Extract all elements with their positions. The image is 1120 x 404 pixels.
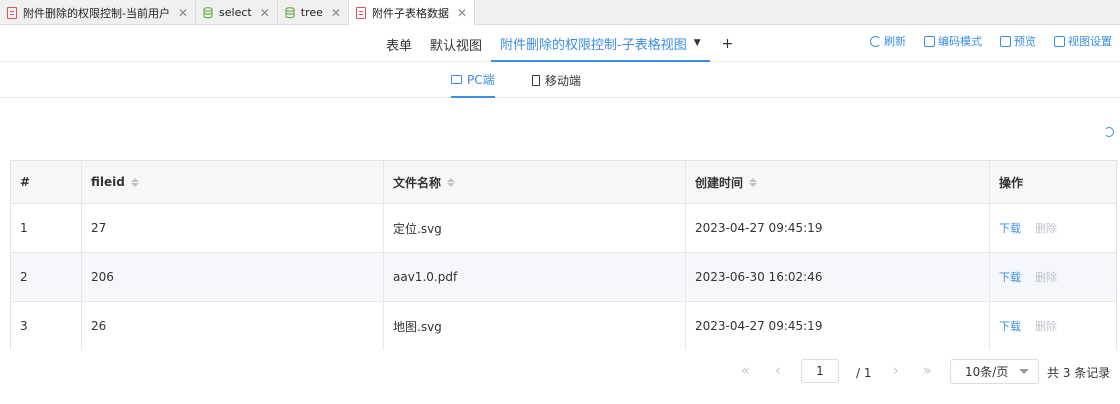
page-size-select[interactable]: 10条/页 bbox=[950, 359, 1039, 384]
sort-icon[interactable] bbox=[749, 177, 758, 187]
total-pages: / 1 bbox=[856, 366, 872, 380]
tab-label: 附件子表格数据 bbox=[371, 7, 449, 20]
device-tabs: PC端 移动端 bbox=[0, 62, 1120, 98]
header-created[interactable]: 创建时间 bbox=[686, 161, 990, 203]
view-settings-button[interactable]: 视图设置 bbox=[1054, 33, 1112, 49]
cell-fileid: 206 bbox=[82, 253, 384, 301]
code-mode-label: 编码模式 bbox=[938, 35, 982, 48]
view-tabs-spacer bbox=[277, 26, 377, 62]
cell-fileid: 26 bbox=[82, 302, 384, 350]
cell-index: 2 bbox=[11, 253, 82, 301]
code-mode-button[interactable]: 编码模式 bbox=[924, 33, 982, 49]
refresh-icon bbox=[870, 35, 881, 47]
header-label: 创建时间 bbox=[695, 175, 744, 190]
view-tabs: 表单 默认视图 附件删除的权限控制-子表格视图 ▼ + bbox=[277, 26, 745, 62]
attachment-table: # fileid 文件名称 创建时间 操作 1 27 定位.svg 2023-0… bbox=[10, 160, 1117, 350]
delete-link[interactable]: 删除 bbox=[1035, 269, 1057, 285]
caret-down-icon bbox=[1019, 369, 1029, 374]
tab-label: tree bbox=[300, 6, 323, 19]
close-icon[interactable]: ✕ bbox=[260, 6, 270, 20]
sort-icon[interactable] bbox=[130, 177, 139, 187]
caret-down-icon[interactable]: ▼ bbox=[694, 38, 701, 48]
table-row[interactable]: 2 206 aav1.0.pdf 2023-06-30 16:02:46 下载 … bbox=[11, 253, 1116, 302]
cell-created: 2023-04-27 09:45:19 bbox=[686, 204, 990, 252]
grid-settings-icon bbox=[1054, 35, 1065, 47]
add-view-button[interactable]: + bbox=[710, 26, 746, 62]
header-actions: 操作 bbox=[990, 161, 1116, 203]
device-tab-label: 移动端 bbox=[545, 73, 582, 88]
mobile-icon bbox=[532, 74, 540, 86]
view-tab-default[interactable]: 默认视图 bbox=[421, 26, 491, 62]
table-row[interactable]: 3 26 地图.svg 2023-04-27 09:45:19 下载 删除 bbox=[11, 302, 1116, 350]
header-index: # bbox=[11, 161, 82, 203]
cell-created: 2023-04-27 09:45:19 bbox=[686, 302, 990, 350]
view-tab-label: 附件删除的权限控制-子表格视图 bbox=[500, 37, 687, 53]
tab-permission-current-user[interactable]: 附件删除的权限控制-当前用户 ✕ bbox=[0, 0, 197, 25]
view-tab-label: 表单 bbox=[386, 38, 413, 54]
next-page-button[interactable]: › bbox=[893, 363, 899, 379]
pagination: « ‹ / 1 › » 10条/页 共 3 条记录 bbox=[0, 359, 1120, 385]
table-row[interactable]: 1 27 定位.svg 2023-04-27 09:45:19 下载 删除 bbox=[11, 204, 1116, 253]
cell-fileid: 27 bbox=[82, 204, 384, 252]
code-icon bbox=[924, 35, 935, 47]
page-number-input[interactable] bbox=[801, 359, 839, 383]
cell-index: 3 bbox=[11, 302, 82, 350]
page-size-value: 10条/页 bbox=[965, 365, 1009, 379]
view-toolbar: 表单 默认视图 附件删除的权限控制-子表格视图 ▼ + 刷新 编码模式 预览 视… bbox=[0, 26, 1120, 62]
tab-label: 附件删除的权限控制-当前用户 bbox=[23, 6, 170, 20]
monitor-icon bbox=[451, 74, 462, 84]
refresh-label: 刷新 bbox=[884, 35, 906, 48]
first-page-button[interactable]: « bbox=[741, 363, 750, 379]
header-label: 操作 bbox=[999, 175, 1024, 190]
view-actions: 刷新 编码模式 预览 视图设置 bbox=[870, 33, 1112, 49]
prev-page-button[interactable]: ‹ bbox=[775, 363, 781, 379]
device-tab-pc[interactable]: PC端 bbox=[451, 62, 495, 98]
header-label: 文件名称 bbox=[393, 175, 442, 190]
header-label: # bbox=[20, 175, 31, 189]
cell-actions: 下载 删除 bbox=[990, 204, 1116, 252]
close-icon[interactable]: ✕ bbox=[178, 6, 188, 20]
refresh-button[interactable]: 刷新 bbox=[870, 33, 906, 49]
cell-filename: 定位.svg bbox=[384, 204, 686, 252]
download-link[interactable]: 下载 bbox=[999, 318, 1021, 334]
view-tab-form[interactable]: 表单 bbox=[377, 26, 421, 62]
device-tab-label: PC端 bbox=[467, 72, 495, 87]
table-header: # fileid 文件名称 创建时间 操作 bbox=[11, 161, 1116, 204]
database-icon bbox=[285, 6, 295, 18]
view-tab-subtable[interactable]: 附件删除的权限控制-子表格视图 ▼ bbox=[491, 26, 710, 62]
download-link[interactable]: 下载 bbox=[999, 269, 1021, 285]
total-records: 共 3 条记录 bbox=[1047, 366, 1111, 380]
document-icon bbox=[355, 7, 366, 19]
tab-attachment-subtable-data[interactable]: 附件子表格数据 ✕ bbox=[348, 0, 476, 26]
database-icon bbox=[203, 6, 213, 18]
sort-icon[interactable] bbox=[447, 177, 456, 187]
view-settings-label: 视图设置 bbox=[1068, 35, 1112, 48]
document-tab-bar: 附件删除的权限控制-当前用户 ✕ select ✕ tree ✕ 附件子表格数据… bbox=[0, 0, 1120, 26]
refresh-table-icon[interactable] bbox=[1104, 127, 1114, 137]
cell-filename: 地图.svg bbox=[384, 302, 686, 350]
cell-index: 1 bbox=[11, 204, 82, 252]
cell-created: 2023-06-30 16:02:46 bbox=[686, 253, 990, 301]
header-filename[interactable]: 文件名称 bbox=[384, 161, 686, 203]
preview-icon bbox=[1000, 35, 1011, 47]
tab-tree[interactable]: tree ✕ bbox=[278, 0, 349, 25]
document-icon bbox=[7, 6, 17, 19]
view-tab-label: 默认视图 bbox=[430, 38, 483, 54]
last-page-button[interactable]: » bbox=[923, 363, 932, 379]
delete-link[interactable]: 删除 bbox=[1035, 220, 1057, 236]
cell-filename: aav1.0.pdf bbox=[384, 253, 686, 301]
preview-button[interactable]: 预览 bbox=[1000, 33, 1036, 49]
close-icon[interactable]: ✕ bbox=[331, 6, 341, 20]
delete-link[interactable]: 删除 bbox=[1035, 318, 1057, 334]
close-icon[interactable]: ✕ bbox=[457, 6, 467, 20]
header-label: fileid bbox=[91, 175, 125, 189]
cell-actions: 下载 删除 bbox=[990, 253, 1116, 301]
preview-label: 预览 bbox=[1014, 35, 1036, 48]
tab-select[interactable]: select ✕ bbox=[196, 0, 278, 25]
device-tab-mobile[interactable]: 移动端 bbox=[532, 62, 581, 98]
cell-actions: 下载 删除 bbox=[990, 302, 1116, 350]
header-fileid[interactable]: fileid bbox=[82, 161, 384, 203]
download-link[interactable]: 下载 bbox=[999, 220, 1021, 236]
tab-label: select bbox=[219, 6, 252, 19]
